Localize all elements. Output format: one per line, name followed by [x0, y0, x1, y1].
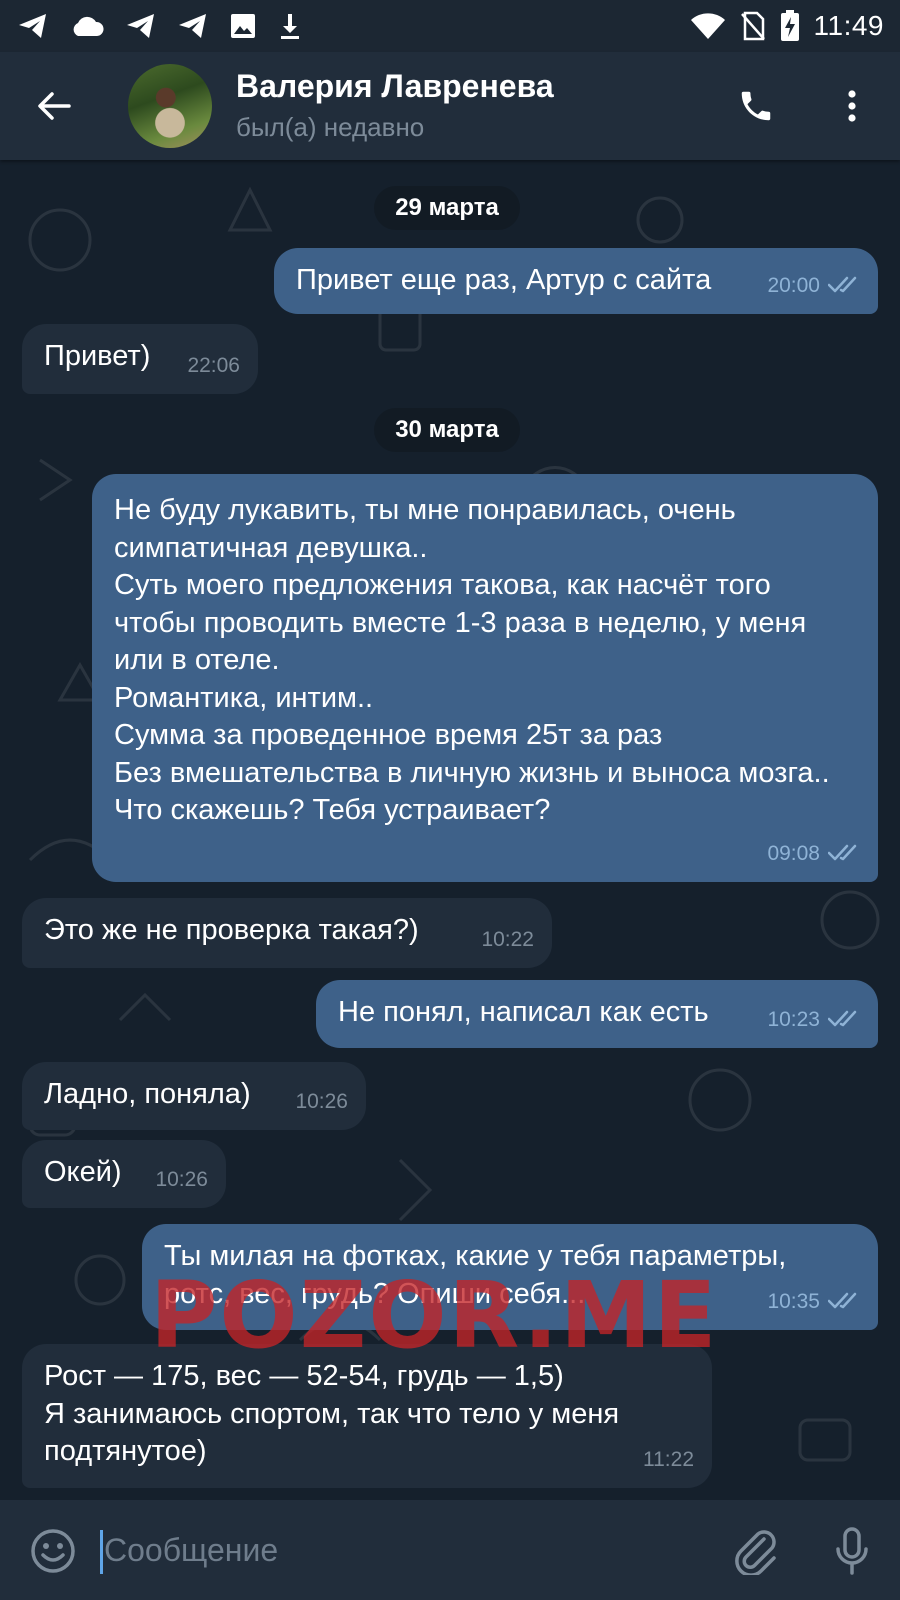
message-time: 10:22	[481, 927, 534, 951]
more-options-button[interactable]	[828, 82, 876, 130]
telegram-icon	[179, 14, 206, 38]
message-meta: 09:08	[767, 835, 862, 873]
message-incoming[interactable]: Окей) 10:26	[22, 1140, 226, 1208]
no-sim-icon	[740, 11, 765, 41]
download-icon	[281, 14, 299, 39]
message-time: 10:26	[295, 1089, 348, 1113]
telegram-icon	[19, 14, 46, 38]
message-text: Это же не проверка такая?)	[44, 914, 419, 946]
message-time: 10:35	[767, 1289, 820, 1313]
watermark-logo: POZOR.ME	[150, 1262, 719, 1369]
message-meta: 10:23	[767, 1001, 862, 1039]
double-check-icon	[828, 277, 857, 293]
message-incoming[interactable]: Привет) 22:06	[22, 324, 258, 394]
emoji-button[interactable]	[28, 1526, 78, 1576]
message-outgoing[interactable]: Не буду лукавить, ты мне понравилась, оч…	[92, 474, 878, 882]
message-composer	[0, 1500, 900, 1600]
image-icon	[231, 14, 255, 38]
message-time: 09:08	[767, 841, 820, 865]
message-meta: 11:22	[643, 1441, 694, 1479]
message-outgoing[interactable]: Не понял, написал как есть 10:23	[316, 980, 878, 1048]
message-meta: 10:22	[481, 921, 534, 959]
attach-icon	[735, 1530, 776, 1575]
voice-message-button[interactable]	[826, 1524, 878, 1580]
cloud-icon	[73, 16, 104, 36]
mic-icon	[836, 1527, 868, 1575]
chat-header: Валерия Лавренева был(а) недавно	[0, 52, 900, 160]
phone-icon	[741, 91, 771, 121]
message-input[interactable]	[104, 1522, 684, 1578]
message-outgoing[interactable]: Привет еще раз, Артур с сайта 20:00	[274, 248, 878, 314]
message-text: Рост — 175, вес — 52-54, грудь — 1,5) Я …	[44, 1360, 620, 1467]
message-incoming[interactable]: Это же не проверка такая?) 10:22	[22, 898, 552, 968]
clock: 11:49	[813, 10, 884, 41]
text-caret	[100, 1530, 103, 1574]
message-meta: 10:26	[295, 1083, 348, 1121]
message-meta: 22:06	[187, 347, 240, 385]
back-button[interactable]	[30, 82, 78, 130]
date-separator: 29 марта	[374, 186, 520, 230]
message-time: 10:26	[155, 1167, 208, 1191]
avatar[interactable]	[128, 64, 212, 148]
double-check-icon	[828, 1011, 857, 1027]
emoji-icon	[31, 1529, 75, 1573]
back-arrow-icon	[38, 92, 71, 120]
telegram-icon	[127, 14, 154, 38]
wifi-icon	[690, 13, 725, 39]
battery-charging-icon	[780, 10, 799, 41]
attach-button[interactable]	[730, 1526, 782, 1578]
status-bar: 11:49	[0, 0, 900, 52]
call-button[interactable]	[732, 82, 780, 130]
message-time: 22:06	[187, 353, 240, 377]
message-meta: 10:35	[767, 1283, 862, 1321]
message-incoming[interactable]: Ладно, поняла) 10:26	[22, 1062, 366, 1130]
double-check-icon	[828, 1293, 857, 1309]
more-vert-icon	[848, 90, 856, 122]
double-check-icon	[828, 845, 857, 861]
message-meta: 10:26	[155, 1161, 208, 1199]
system-icons: 11:49	[690, 0, 885, 52]
message-time: 10:23	[767, 1007, 820, 1031]
message-text: Не буду лукавить, ты мне понравилась, оч…	[114, 494, 830, 826]
contact-name[interactable]: Валерия Лавренева	[236, 68, 554, 105]
date-separator: 30 марта	[374, 408, 520, 452]
message-time: 20:00	[767, 273, 820, 297]
message-time: 11:22	[643, 1447, 694, 1471]
message-meta: 20:00	[767, 267, 862, 305]
notification-icons	[0, 12, 302, 40]
contact-status: был(а) недавно	[236, 112, 425, 142]
